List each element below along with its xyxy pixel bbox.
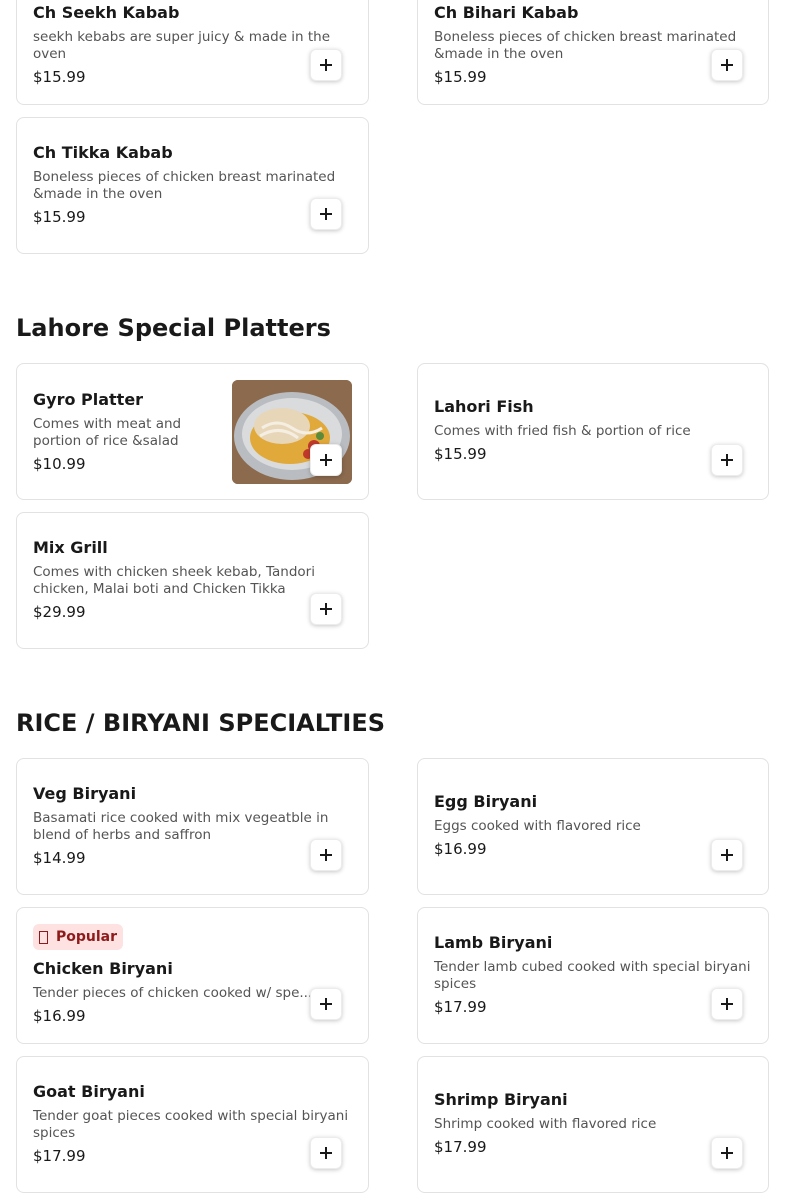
item-description: Boneless pieces of chicken breast marina… — [33, 169, 336, 202]
add-to-cart-button[interactable] — [310, 49, 342, 81]
item-name: Veg Biryani — [33, 784, 137, 803]
menu-item-card[interactable]: Lahori Fish Comes with fried fish & port… — [417, 363, 769, 500]
popular-badge: Popular — [33, 924, 124, 950]
menu-item-card[interactable]: Popular Chicken Biryani Tender pieces of… — [16, 907, 369, 1044]
add-to-cart-button[interactable] — [310, 988, 342, 1020]
plus-icon — [320, 849, 332, 861]
item-price: $15.99 — [33, 68, 86, 86]
menu-item-card[interactable]: Shrimp Biryani Shrimp cooked with flavor… — [417, 1056, 769, 1193]
item-name: Mix Grill — [33, 538, 108, 557]
item-name: Gyro Platter — [33, 390, 144, 409]
plus-icon — [721, 849, 733, 861]
item-description: Eggs cooked with flavored rice — [434, 818, 641, 834]
item-name: Lahori Fish — [434, 397, 534, 416]
item-description: Tender goat pieces cooked with special b… — [33, 1108, 349, 1141]
item-price: $16.99 — [33, 1007, 86, 1025]
plus-icon — [721, 998, 733, 1010]
badge-label: Popular — [56, 929, 118, 945]
menu-item-card[interactable]: Ch Seekh Kabab seekh kebabs are super ju… — [16, 0, 369, 105]
item-description: Tender pieces of chicken cooked w/ spe..… — [33, 985, 313, 1001]
item-price: $10.99 — [33, 455, 86, 473]
add-to-cart-button[interactable] — [711, 1137, 743, 1169]
plus-icon — [320, 1147, 332, 1159]
item-description: Comes with meat and portion of rice &sal… — [33, 416, 182, 449]
plus-icon — [320, 454, 332, 466]
add-to-cart-button[interactable] — [310, 839, 342, 871]
item-price: $16.99 — [434, 840, 487, 858]
add-to-cart-button[interactable] — [711, 839, 743, 871]
plus-icon — [721, 59, 733, 71]
menu-item-card[interactable]: Mix Grill Comes with chicken sheek kebab… — [16, 512, 369, 649]
plus-icon — [320, 998, 332, 1010]
item-price: $17.99 — [434, 998, 487, 1016]
item-description: Shrimp cooked with flavored rice — [434, 1116, 657, 1132]
menu-item-card[interactable]: Ch Bihari Kabab Boneless pieces of chick… — [417, 0, 769, 105]
item-name: Chicken Biryani — [33, 959, 173, 978]
item-price: $17.99 — [33, 1147, 86, 1165]
item-name: Ch Seekh Kabab — [33, 3, 180, 22]
add-to-cart-button[interactable] — [711, 49, 743, 81]
add-to-cart-button[interactable] — [711, 444, 743, 476]
item-description: Boneless pieces of chicken breast marina… — [434, 29, 737, 62]
menu-item-card[interactable]: Egg Biryani Eggs cooked with flavored ri… — [417, 758, 769, 895]
item-price: $29.99 — [33, 603, 86, 621]
item-price: $15.99 — [33, 208, 86, 226]
item-price: $14.99 — [33, 849, 86, 867]
item-price: $15.99 — [434, 445, 487, 463]
flame-icon — [39, 930, 48, 944]
item-name: Goat Biryani — [33, 1082, 145, 1101]
plus-icon — [320, 208, 332, 220]
item-name: Ch Tikka Kabab — [33, 143, 173, 162]
add-to-cart-button[interactable] — [711, 988, 743, 1020]
item-description: Comes with chicken sheek kebab, Tandori … — [33, 564, 315, 597]
plus-icon — [721, 1147, 733, 1159]
item-name: Shrimp Biryani — [434, 1090, 568, 1109]
add-to-cart-button[interactable] — [310, 198, 342, 230]
item-name: Egg Biryani — [434, 792, 538, 811]
item-description: seekh kebabs are super juicy & made in t… — [33, 29, 331, 62]
item-name: Lamb Biryani — [434, 933, 553, 952]
menu-item-card[interactable]: Ch Tikka Kabab Boneless pieces of chicke… — [16, 117, 369, 254]
section-title: RICE / BIRYANI SPECIALTIES — [16, 709, 385, 737]
add-to-cart-button[interactable] — [310, 444, 342, 476]
menu-item-card[interactable]: Veg Biryani Basamati rice cooked with mi… — [16, 758, 369, 895]
item-description: Basamati rice cooked with mix vegeatble … — [33, 810, 329, 843]
menu-item-card[interactable]: Gyro Platter Comes with meat and portion… — [16, 363, 369, 500]
plus-icon — [320, 59, 332, 71]
add-to-cart-button[interactable] — [310, 593, 342, 625]
item-price: $15.99 — [434, 68, 487, 86]
menu-item-card[interactable]: Goat Biryani Tender goat pieces cooked w… — [16, 1056, 369, 1193]
menu-item-card[interactable]: Lamb Biryani Tender lamb cubed cooked wi… — [417, 907, 769, 1044]
plus-icon — [721, 454, 733, 466]
item-price: $17.99 — [434, 1138, 487, 1156]
item-name: Ch Bihari Kabab — [434, 3, 579, 22]
plus-icon — [320, 603, 332, 615]
add-to-cart-button[interactable] — [310, 1137, 342, 1169]
item-description: Tender lamb cubed cooked with special bi… — [434, 959, 751, 992]
item-description: Comes with fried fish & portion of rice — [434, 423, 691, 439]
section-title: Lahore Special Platters — [16, 314, 331, 342]
